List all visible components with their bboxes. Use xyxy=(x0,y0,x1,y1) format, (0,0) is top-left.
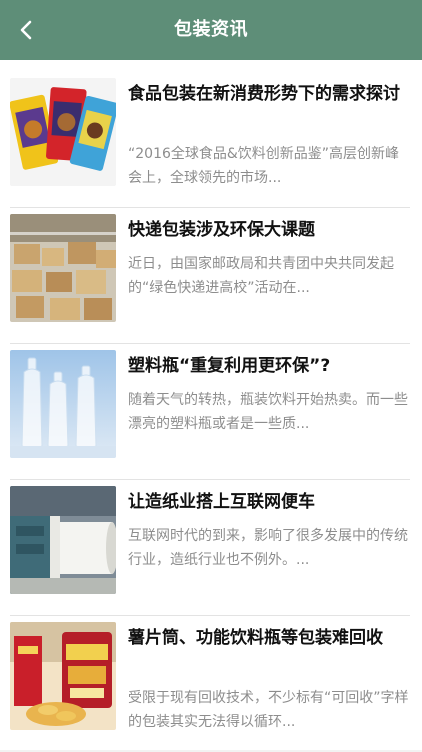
top-app-bar: 包装资讯 xyxy=(0,0,422,60)
news-list: 食品包装在新消费形势下的需求探讨 “2016全球食品&饮料创新品鉴”高层创新峰会… xyxy=(0,60,422,750)
news-title: 食品包装在新消费形势下的需求探讨 xyxy=(128,84,400,104)
news-summary: 互联网时代的到来，影响了很多发展中的传统行业，造纸行业也不例外。... xyxy=(128,528,408,568)
news-item[interactable]: 食品包装在新消费形势下的需求探讨 “2016全球食品&饮料创新品鉴”高层创新峰会… xyxy=(10,72,410,208)
news-item[interactable]: 塑料瓶“重复利用更环保”? 随着天气的转热，瓶装饮料开始热卖。而一些漂亮的塑料瓶… xyxy=(10,344,410,480)
news-thumbnail-parcel-boxes xyxy=(10,214,116,322)
news-item[interactable]: 快递包装涉及环保大课题 近日，由国家邮政局和共青团中央共同发起的“绿色快递进高校… xyxy=(10,208,410,344)
news-thumbnail-chips-can xyxy=(10,622,116,730)
news-item[interactable]: 薯片筒、功能饮料瓶等包装难回收 受限于现有回收技术，不少标有“可回收”字样的包装… xyxy=(10,616,410,752)
news-title: 薯片筒、功能饮料瓶等包装难回收 xyxy=(128,628,383,648)
news-summary: 受限于现有回收技术，不少标有“可回收”字样的包装其实无法得以循环... xyxy=(128,690,409,730)
page-title: 包装资讯 xyxy=(174,19,248,40)
news-title: 让造纸业搭上互联网便车 xyxy=(128,492,315,512)
news-item[interactable]: 让造纸业搭上互联网便车 互联网时代的到来，影响了很多发展中的传统行业，造纸行业也… xyxy=(10,480,410,616)
news-thumbnail-snack-packages xyxy=(10,78,116,186)
news-summary: 随着天气的转热，瓶装饮料开始热卖。而一些漂亮的塑料瓶或者是一些质... xyxy=(128,392,408,432)
news-thumbnail-plastic-bottles xyxy=(10,350,116,458)
news-title: 快递包装涉及环保大课题 xyxy=(128,220,315,240)
news-title: 塑料瓶“重复利用更环保”? xyxy=(128,356,331,376)
news-thumbnail-paper-mill xyxy=(10,486,116,594)
news-summary: 近日，由国家邮政局和共青团中央共同发起的“绿色快递进高校”活动在... xyxy=(128,256,394,296)
news-summary: “2016全球食品&饮料创新品鉴”高层创新峰会上，全球领先的市场... xyxy=(128,146,400,186)
